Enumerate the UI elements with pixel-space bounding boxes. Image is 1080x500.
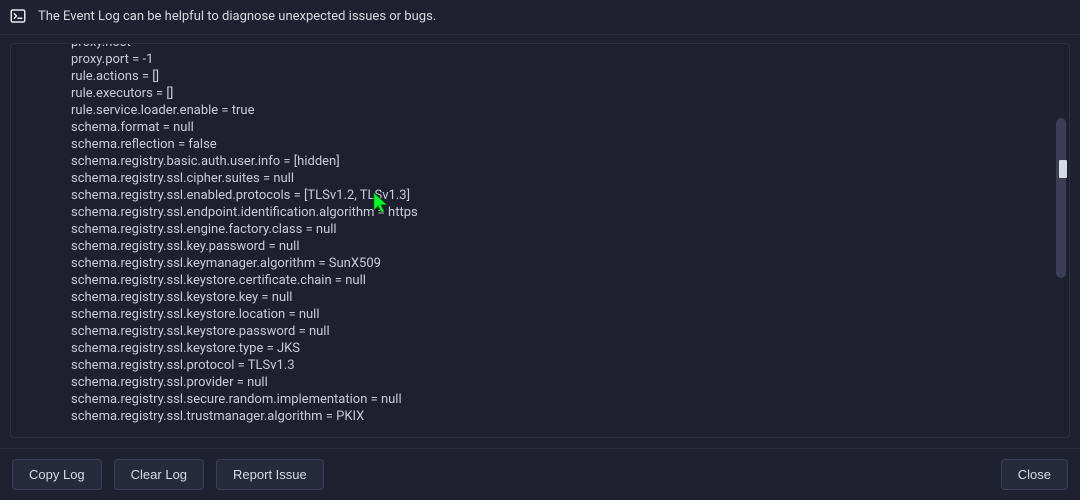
log-viewport: proxy.host = proxy.port = -1rule.actions… <box>0 35 1080 448</box>
footer-toolbar: Copy Log Clear Log Report Issue Close <box>0 448 1080 500</box>
header-hint-text: The Event Log can be helpful to diagnose… <box>38 9 436 24</box>
log-line: schema.registry.ssl.keystore.location = … <box>71 306 1051 323</box>
log-line: schema.registry.basic.auth.user.info = [… <box>71 153 1051 170</box>
log-line: schema.registry.ssl.cipher.suites = null <box>71 170 1051 187</box>
log-line: schema.registry.ssl.enabled.protocols = … <box>71 187 1051 204</box>
scrollbar-thumb[interactable] <box>1056 118 1066 278</box>
terminal-icon <box>8 6 28 26</box>
scrollbar-position-indicator <box>1059 160 1067 178</box>
log-scrollbar[interactable] <box>1055 46 1067 435</box>
log-line: proxy.host = <box>71 43 1051 51</box>
log-line: rule.executors = [] <box>71 85 1051 102</box>
log-line: schema.registry.ssl.keystore.password = … <box>71 323 1051 340</box>
log-line: schema.registry.ssl.engine.factory.class… <box>71 221 1051 238</box>
close-button[interactable]: Close <box>1001 459 1068 490</box>
log-line: schema.registry.ssl.endpoint.identificat… <box>71 204 1051 221</box>
log-line: schema.registry.ssl.keystore.type = JKS <box>71 340 1051 357</box>
log-line: schema.registry.ssl.provider = null <box>71 374 1051 391</box>
log-line: schema.registry.ssl.key.password = null <box>71 238 1051 255</box>
log-line: schema.reflection = false <box>71 136 1051 153</box>
log-line: schema.registry.ssl.keystore.key = null <box>71 289 1051 306</box>
log-line: schema.format = null <box>71 119 1051 136</box>
log-line: schema.registry.ssl.protocol = TLSv1.3 <box>71 357 1051 374</box>
log-line: proxy.port = -1 <box>71 51 1051 68</box>
log-line: rule.actions = [] <box>71 68 1051 85</box>
clear-log-button[interactable]: Clear Log <box>114 459 204 490</box>
log-content[interactable]: proxy.host = proxy.port = -1rule.actions… <box>11 43 1051 425</box>
log-line: schema.registry.ssl.trustmanager.algorit… <box>71 408 1051 425</box>
log-line: rule.service.loader.enable = true <box>71 102 1051 119</box>
log-line: schema.registry.ssl.secure.random.implem… <box>71 391 1051 408</box>
log-line: schema.registry.ssl.keymanager.algorithm… <box>71 255 1051 272</box>
log-panel: proxy.host = proxy.port = -1rule.actions… <box>10 43 1070 438</box>
header-hint-bar: The Event Log can be helpful to diagnose… <box>0 0 1080 35</box>
app-root: The Event Log can be helpful to diagnose… <box>0 0 1080 500</box>
log-line: schema.registry.ssl.keystore.certificate… <box>71 272 1051 289</box>
report-issue-button[interactable]: Report Issue <box>216 459 324 490</box>
copy-log-button[interactable]: Copy Log <box>12 459 102 490</box>
